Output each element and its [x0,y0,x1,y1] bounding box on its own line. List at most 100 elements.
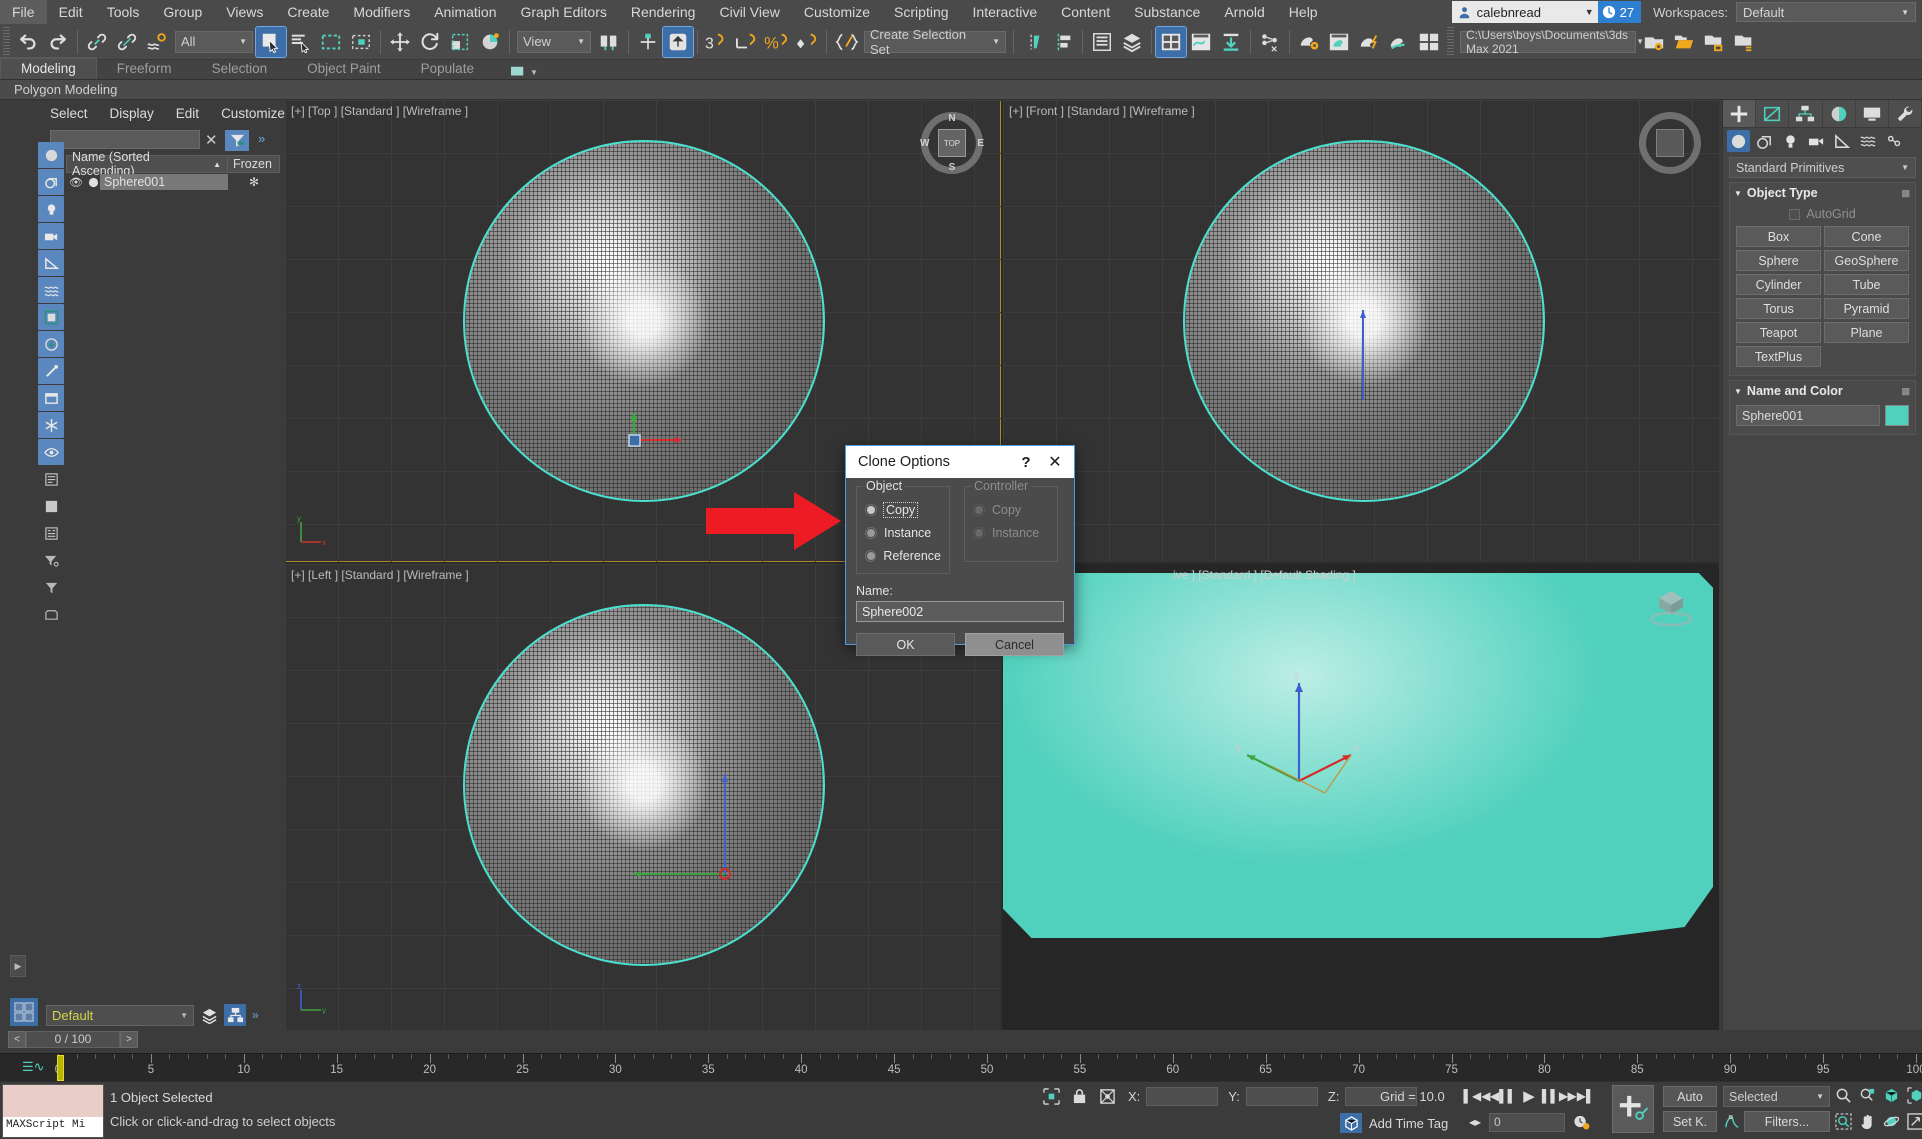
zoom-extents-button[interactable] [1880,1085,1902,1106]
filter-geometry-icon[interactable] [38,142,64,168]
radio-instance-object[interactable]: Instance [865,524,941,542]
unlink-selection-button[interactable] [112,27,142,57]
angle-snap-toggle-button[interactable] [732,27,762,57]
toolbar-grip[interactable] [3,27,10,57]
maximize-viewport-button[interactable] [1904,1111,1922,1132]
current-frame-input[interactable]: 0 [1489,1113,1565,1132]
rollout-handle-icon[interactable]: ▦ [1901,386,1911,397]
explorer-search-input[interactable] [50,130,200,149]
y-coord-input[interactable] [1246,1087,1318,1106]
angle-snap-3d-button[interactable]: 3 [702,27,732,57]
menu-item-group[interactable]: Group [151,0,214,24]
radio-copy-object[interactable]: Copy [865,501,941,519]
filter-shapes-icon[interactable] [38,169,64,195]
zoom-all-button[interactable] [1856,1085,1878,1106]
maxscript-output-pane[interactable] [3,1085,103,1117]
explorer-menu-select[interactable]: Select [50,106,88,121]
zoom-region-button[interactable] [1832,1111,1854,1132]
ribbon-tab-modeling[interactable]: Modeling [0,57,97,79]
bind-to-space-warp-button[interactable] [142,27,172,57]
command-tab-modify[interactable] [1756,100,1789,127]
explorer-menu-edit[interactable]: Edit [176,106,199,121]
primitive-category-combo[interactable]: Standard Primitives ▼ [1729,157,1916,178]
frame-counter-label[interactable]: 0 / 100 [26,1031,120,1048]
subtab-space-warps[interactable] [1857,130,1880,152]
viewport-perspective[interactable]: ive ] [Standard ] [Default Shading ] z y… [1003,564,1719,1030]
object-color-swatch[interactable] [1885,405,1909,426]
ribbon-extra-controls[interactable]: ▼ [510,65,538,79]
toolbar-toggle-icon[interactable] [38,601,64,627]
view-cube-front[interactable] [1639,112,1701,174]
filter-groups-icon[interactable] [38,304,64,330]
auto-key-button[interactable]: Auto [1663,1086,1717,1107]
x-coord-input[interactable] [1146,1087,1218,1106]
close-icon[interactable]: ✕ [1040,452,1070,472]
select-and-scale-button[interactable] [445,27,475,57]
key-mode-toggle-button[interactable]: ◂▸ [1465,1111,1485,1133]
render-setup-button[interactable] [1294,27,1324,57]
subtab-systems[interactable] [1883,130,1906,152]
time-configuration-button[interactable] [1569,1111,1593,1133]
selection-filter-combo[interactable]: All ▼ [175,31,253,53]
key-filters-button[interactable]: Filters... [1744,1111,1830,1132]
scene-explorer-toggle[interactable] [224,1004,246,1026]
filter-lights-icon[interactable] [38,196,64,222]
project-settings-button[interactable] [1639,27,1669,57]
command-tab-motion[interactable] [1823,100,1856,127]
help-icon[interactable]: ? [1012,454,1040,471]
filter-helpers-icon[interactable] [38,250,64,276]
track-bar-icon[interactable]: ☰∿ [22,1059,45,1075]
trial-days-badge[interactable]: 27 [1598,1,1641,23]
toolbar-grip[interactable] [1447,27,1454,57]
set-keys-button[interactable] [1612,1085,1654,1133]
set-key-button[interactable]: Set K. [1663,1111,1717,1132]
transform-gizmo-left[interactable] [615,744,675,790]
transform-gizmo-perspective[interactable]: z y x [1233,669,1363,789]
object-button-sphere[interactable]: Sphere [1736,250,1821,271]
list-view-icon[interactable] [38,466,64,492]
radio-button-selected-icon[interactable] [865,504,877,516]
subtab-shapes[interactable] [1753,130,1776,152]
column-frozen-header[interactable]: Frozen [227,157,279,171]
command-tab-utilities[interactable] [1889,100,1922,127]
viewport-left-label[interactable]: [+] [Left ] [Standard ] [Wireframe ] [291,568,469,582]
menu-item-arnold[interactable]: Arnold [1212,0,1276,24]
selection-lock-icon[interactable] [1068,1086,1090,1106]
key-filter-combo[interactable]: Selected ▼ [1723,1086,1830,1107]
project-folder-combo[interactable]: C:\Users\boys\Documents\3ds Max 2021 ▼ [1460,31,1636,53]
subtab-geometry[interactable] [1727,130,1750,152]
align-button[interactable] [1048,27,1078,57]
snowflake-icon[interactable]: ✻ [228,175,280,189]
ok-button[interactable]: OK [856,633,955,656]
menu-item-modifiers[interactable]: Modifiers [341,0,422,24]
object-type-header[interactable]: ▼ Object Type ▦ [1730,183,1915,203]
manage-project-button[interactable] [1729,27,1759,57]
user-account-button[interactable]: calebnread ▼ [1452,1,1598,23]
named-selection-set-combo[interactable]: Create Selection Set ▼ [864,31,1006,53]
explorer-more-icon[interactable]: » [258,131,265,146]
timeline-track[interactable]: 0510152025303540455055606570758085909510… [58,1054,1922,1082]
pan-view-button[interactable] [1856,1111,1878,1132]
subtab-helpers[interactable] [1831,130,1854,152]
command-tab-create[interactable] [1723,100,1756,127]
menu-item-graph-editors[interactable]: Graph Editors [508,0,618,24]
ribbon-tab-selection[interactable]: Selection [192,59,288,79]
rollout-handle-icon[interactable]: ▦ [1901,188,1911,199]
prev-frame-button[interactable]: < [8,1031,26,1048]
command-tab-hierarchy[interactable] [1789,100,1822,127]
go-to-start-button[interactable]: ▌◀◀ [1465,1085,1489,1107]
viewport-layout-button[interactable] [10,998,38,1026]
placement-tool-button[interactable] [475,27,505,57]
render-production-button[interactable] [1354,27,1384,57]
menu-item-help[interactable]: Help [1277,0,1330,24]
menu-item-tools[interactable]: Tools [95,0,152,24]
explorer-menu-customize[interactable]: Customize [221,106,285,121]
panel-collapse-button[interactable]: ▶ [10,955,26,977]
zoom-extents-all-button[interactable] [1904,1085,1922,1106]
clone-name-input[interactable]: Sphere002 [856,601,1064,622]
schematic-view-button[interactable] [1255,27,1285,57]
layer-view-icon[interactable] [38,493,64,519]
zoom-button[interactable] [1832,1085,1854,1106]
time-slider-ruler[interactable]: ☰∿ 0510152025303540455055606570758085909… [0,1053,1922,1081]
explorer-object-row[interactable]: 👁 Sphere001 ✻ [66,173,280,191]
